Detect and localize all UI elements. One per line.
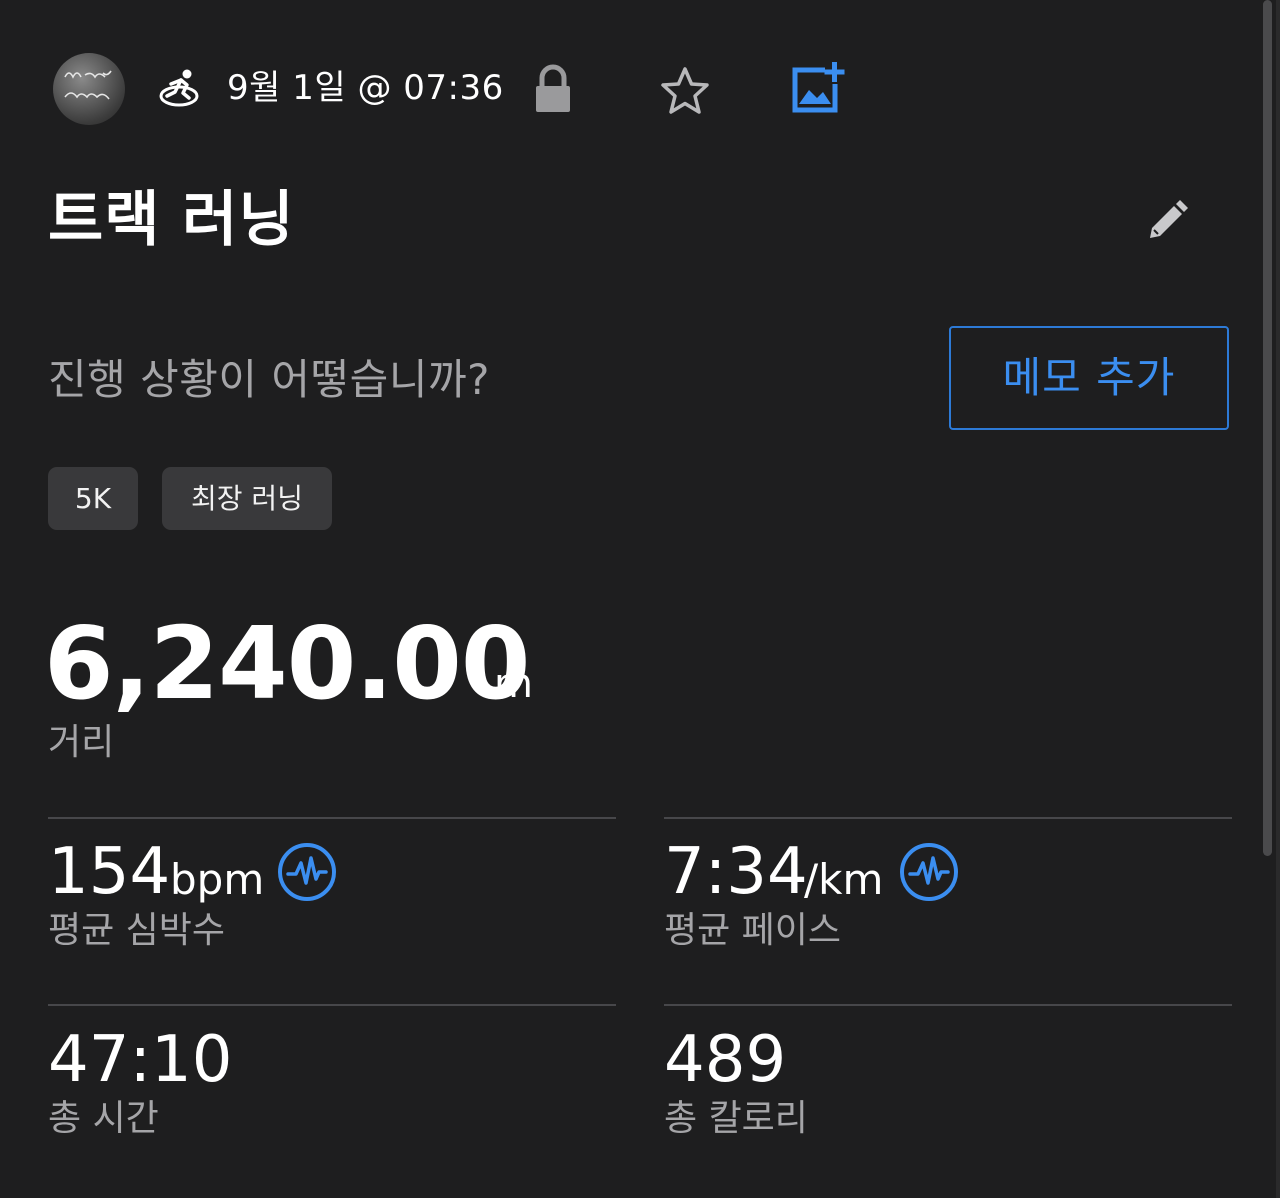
avg-pace-label: 평균 페이스 (664, 910, 842, 951)
total-time-label: 총 시간 (48, 1098, 159, 1139)
pace-chart-icon[interactable] (898, 841, 960, 903)
distance-value: 6,240.00 (44, 605, 530, 722)
total-calories-label: 총 칼로리 (664, 1098, 808, 1139)
scrollbar[interactable] (1263, 0, 1272, 856)
divider (48, 817, 616, 819)
tag-5k[interactable]: 5K (48, 467, 138, 530)
avg-pace-unit: /km (804, 855, 884, 904)
avg-heart-rate-value: 154 (48, 835, 171, 909)
avg-pace-value: 7:34 (664, 835, 808, 909)
divider (664, 817, 1232, 819)
distance-unit: m (494, 661, 533, 707)
progress-prompt: 진행 상황이 어떻습니까? (48, 355, 490, 404)
lock-icon[interactable] (531, 64, 575, 114)
activity-detail-screen: 9월 1일 @ 07:36 트랙 러닝 진행 상황이 어떻습니까? 메모 추가 … (0, 0, 1280, 1198)
activity-title: 트랙 러닝 (48, 185, 295, 255)
pencil-icon[interactable] (1144, 196, 1190, 242)
star-icon[interactable] (659, 65, 711, 117)
divider (48, 1004, 616, 1006)
divider (664, 1004, 1232, 1006)
distance-label: 거리 (48, 722, 115, 763)
heart-rate-chart-icon[interactable] (276, 841, 338, 903)
avg-heart-rate-unit: bpm (170, 855, 265, 904)
tag-longest-run[interactable]: 최장 러닝 (162, 467, 332, 530)
total-calories-value: 489 (664, 1023, 787, 1097)
activity-date-time: 9월 1일 @ 07:36 (227, 68, 504, 108)
profile-avatar[interactable] (53, 53, 125, 125)
scroll-track (1276, 0, 1280, 1198)
total-time-value: 47:10 (48, 1023, 233, 1097)
add-photo-icon[interactable] (789, 60, 847, 116)
avg-heart-rate-label: 평균 심박수 (48, 910, 226, 951)
running-activity-icon (159, 69, 199, 107)
avatar-image (64, 70, 112, 100)
add-memo-button[interactable]: 메모 추가 (949, 326, 1229, 430)
